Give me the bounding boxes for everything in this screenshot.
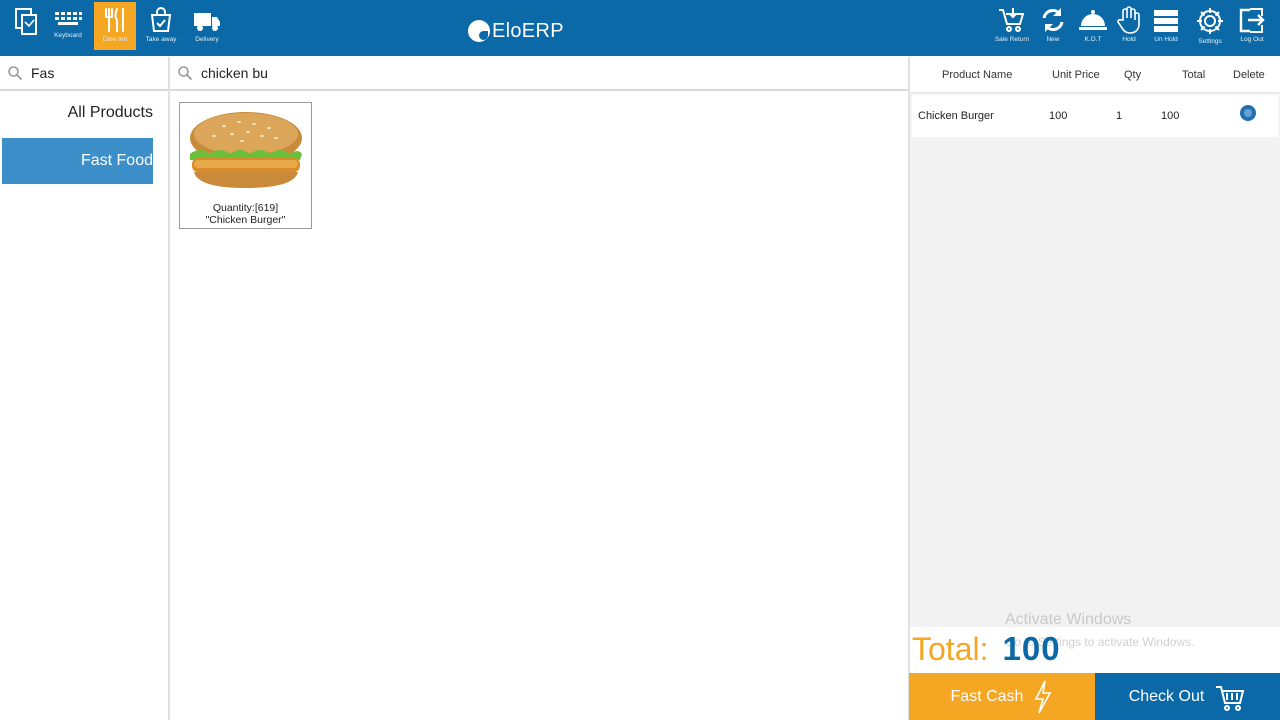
delivery-button[interactable]: Delivery	[188, 2, 226, 50]
category-label: Fast Food	[80, 152, 153, 169]
row-total: 100	[1161, 110, 1180, 122]
sale-return-label: Sale Return	[994, 36, 1030, 43]
keyboard-label: Keyboard	[54, 32, 82, 39]
total-label: Total:	[912, 631, 989, 667]
app-logo: EloERP	[468, 16, 564, 46]
search-icon	[8, 66, 23, 81]
row-qty: 1	[1116, 110, 1123, 122]
cloche-icon	[1079, 10, 1107, 30]
check-out-label: Check Out	[1128, 687, 1205, 705]
dine-in-button[interactable]: Dine Inn	[94, 2, 136, 50]
refresh-icon	[1042, 8, 1064, 32]
activate-windows-title: Activate Windows	[1005, 611, 1132, 628]
hold-label: Hold	[1122, 36, 1136, 43]
category-label: All Products	[67, 104, 153, 121]
category-fast-food[interactable]: Fast Food	[2, 138, 153, 184]
new-button[interactable]: New	[1038, 2, 1068, 50]
delete-row-icon[interactable]	[1238, 103, 1258, 123]
order-total: Total: 100	[912, 630, 1061, 674]
order-table-header: Product Name Unit Price Qty Total Delete	[910, 57, 1280, 93]
check-out-button[interactable]: Check Out	[1095, 673, 1280, 720]
unhold-label: Un Hold	[1154, 36, 1178, 43]
hand-icon	[1117, 6, 1140, 34]
stack-icon	[1154, 10, 1178, 32]
top-toolbar: Keyboard Dine Inn Take away Delivery Elo…	[0, 0, 1280, 56]
header-total: Total	[1182, 69, 1206, 81]
copy-button[interactable]	[8, 2, 44, 50]
truck-icon	[194, 13, 220, 31]
unhold-button[interactable]: Un Hold	[1148, 2, 1184, 50]
logo-text: EloERP	[492, 19, 564, 42]
logo-mark-icon	[468, 20, 490, 42]
fast-cash-button[interactable]: Fast Cash	[909, 673, 1095, 720]
cart-icon	[1216, 685, 1245, 711]
row-unit-price: 100	[1049, 110, 1068, 122]
header-qty: Qty	[1124, 69, 1142, 81]
delivery-label: Delivery	[195, 36, 219, 43]
panel-divider	[168, 57, 170, 720]
burger-image	[190, 112, 302, 188]
hold-button[interactable]: Hold	[1114, 2, 1144, 50]
logout-label: Log Out	[1240, 36, 1264, 43]
category-all-products[interactable]: All Products	[2, 90, 153, 136]
header-product-name: Product Name	[942, 69, 1013, 81]
take-away-button[interactable]: Take away	[140, 2, 182, 50]
logout-button[interactable]: Log Out	[1236, 2, 1268, 50]
take-away-label: Take away	[145, 36, 177, 43]
category-search-input[interactable]	[31, 65, 169, 81]
product-name: "Chicken Burger"	[205, 214, 286, 226]
product-search	[170, 57, 909, 91]
product-tile[interactable]: Quantity:[619] "Chicken Burger"	[179, 102, 312, 229]
keyboard-icon	[55, 12, 82, 25]
new-label: New	[1046, 36, 1060, 43]
header-delete: Delete	[1233, 69, 1265, 81]
fast-cash-label: Fast Cash	[950, 687, 1024, 705]
kot-label: K.O.T	[1084, 36, 1102, 43]
search-icon	[178, 66, 193, 81]
copy-icon	[15, 8, 37, 35]
takeaway-icon	[150, 7, 172, 32]
table-row[interactable]: Chicken Burger 100 1 100	[912, 95, 1278, 137]
keyboard-button[interactable]: Keyboard	[48, 2, 88, 50]
header-unit-price: Unit Price	[1052, 69, 1100, 81]
sale-return-button[interactable]: Sale Return	[990, 2, 1034, 50]
dine-in-label: Dine Inn	[102, 36, 128, 43]
row-product-name: Chicken Burger	[918, 110, 994, 122]
settings-button[interactable]: Settings	[1192, 2, 1228, 50]
total-value: 100	[1002, 630, 1061, 667]
gear-icon	[1197, 8, 1223, 34]
order-panel: Product Name Unit Price Qty Total Delete…	[910, 57, 1280, 627]
category-search	[0, 57, 169, 91]
logout-icon	[1239, 8, 1265, 33]
product-quantity: Quantity:[619]	[212, 202, 279, 214]
cart-return-icon	[999, 8, 1025, 32]
settings-label: Settings	[1198, 38, 1222, 45]
cutlery-icon	[105, 8, 124, 32]
kot-button[interactable]: K.O.T	[1076, 2, 1110, 50]
product-search-input[interactable]	[201, 65, 909, 81]
lightning-icon	[1035, 680, 1052, 713]
